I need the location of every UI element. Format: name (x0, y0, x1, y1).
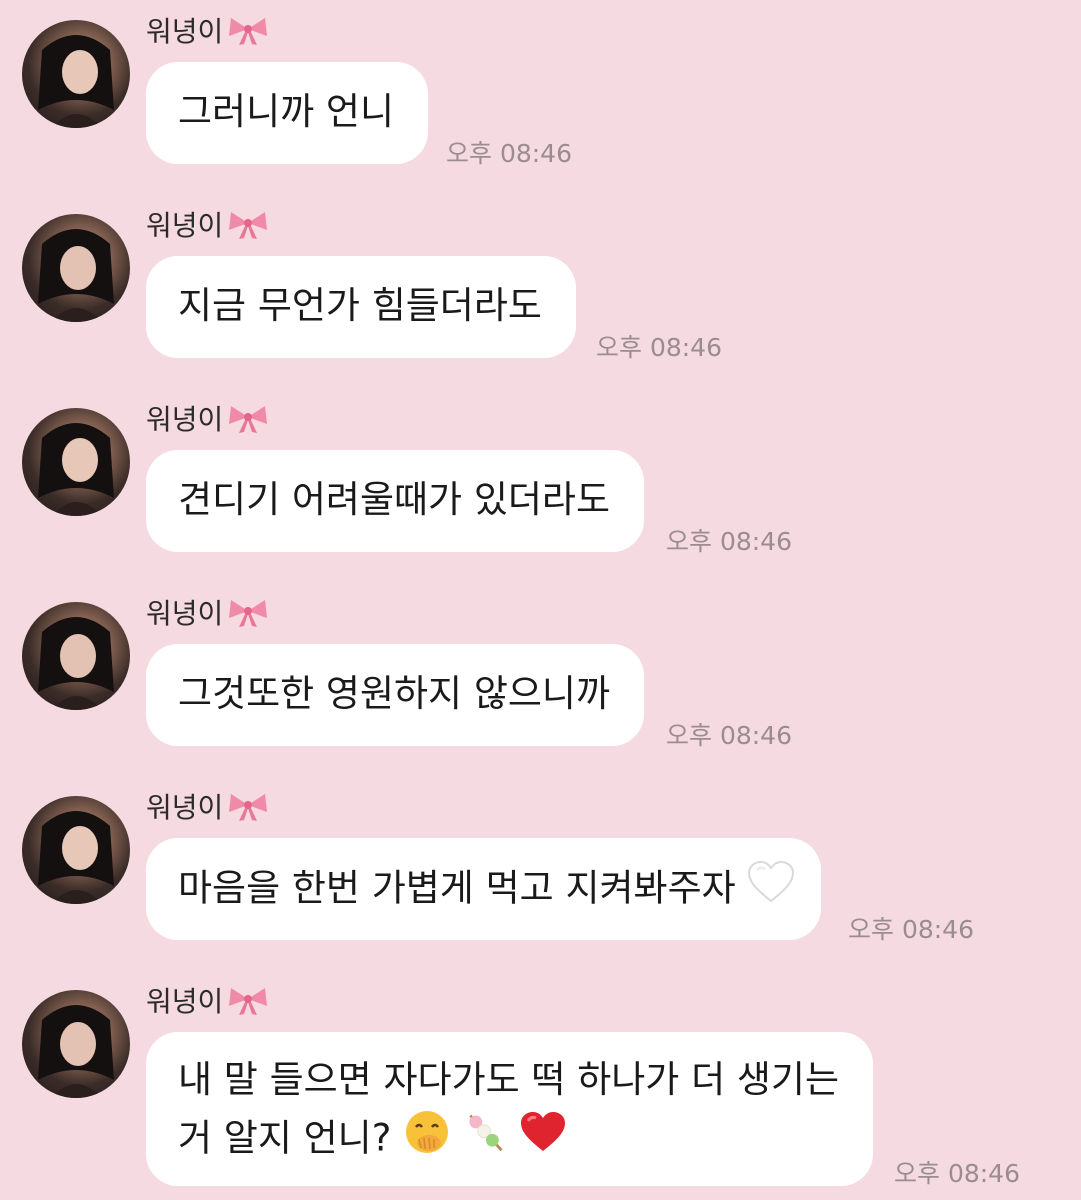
message-timestamp: 오후 08:46 (446, 139, 572, 168)
ribbon-bow-icon (227, 402, 269, 434)
white-heart-icon (747, 860, 795, 920)
avatar[interactable] (22, 602, 130, 710)
message-bubble[interactable]: 내 말 들으면 자다가도 떡 하나가 더 생기는 거 알지 언니? (146, 1032, 874, 1186)
message-text: 그것또한 영원하지 않으니까 (178, 672, 611, 715)
message-bubble[interactable]: 지금 무언가 힘들더라도 (146, 256, 576, 358)
message-text-line-1: 내 말 들으면 자다가도 떡 하나가 더 생기는 (178, 1058, 840, 1101)
message-bubble[interactable]: 견디기 어려울때가 있더라도 (146, 450, 645, 552)
chat-screen: 워녕이 그러니까 언니 오후 08:46 워녕이 지금 무언가 힘들더라도 오후… (0, 0, 1081, 1200)
message-text: 마음을 한번 가볍게 먹고 지켜봐주자 (178, 866, 736, 910)
sender-label: 워녕이 (146, 209, 224, 242)
message-bubble[interactable]: 그것또한 영원하지 않으니까 (146, 644, 645, 746)
message-text: 지금 무언가 힘들더라도 (178, 284, 542, 327)
message-bubble[interactable]: 마음을 한번 가볍게 먹고 지켜봐주자 (146, 838, 822, 940)
message-timestamp: 오후 08:46 (596, 333, 722, 362)
message-bubble[interactable]: 그러니까 언니 (146, 62, 429, 164)
sender-name: 워녕이 (146, 786, 269, 826)
sender-name: 워녕이 (146, 10, 269, 50)
avatar[interactable] (22, 214, 130, 322)
sender-label: 워녕이 (146, 597, 224, 630)
message-timestamp: 오후 08:46 (848, 915, 974, 944)
sender-label: 워녕이 (146, 403, 224, 436)
ribbon-bow-icon (227, 208, 269, 240)
sender-name: 워녕이 (146, 980, 269, 1020)
avatar[interactable] (22, 20, 130, 128)
ribbon-bow-icon (227, 14, 269, 46)
sender-name: 워녕이 (146, 398, 269, 438)
ribbon-bow-icon (227, 984, 269, 1016)
avatar[interactable] (22, 796, 130, 904)
message-text: 그러니까 언니 (178, 90, 395, 133)
message-timestamp: 오후 08:46 (666, 527, 792, 556)
face-with-hand-over-mouth-icon (403, 1108, 451, 1172)
message-text-line-2-text: 거 알지 언니? (178, 1116, 392, 1160)
message-timestamp: 오후 08:46 (894, 1159, 1020, 1188)
message-timestamp: 오후 08:46 (666, 721, 792, 750)
avatar[interactable] (22, 990, 130, 1098)
ribbon-bow-icon (227, 596, 269, 628)
sender-label: 워녕이 (146, 985, 224, 1018)
message-text-line-2: 거 알지 언니? (178, 1108, 839, 1172)
message-text: 견디기 어려울때가 있더라도 (178, 478, 611, 521)
sender-name: 워녕이 (146, 204, 269, 244)
dango-icon (463, 1108, 507, 1172)
avatar[interactable] (22, 408, 130, 516)
ribbon-bow-icon (227, 790, 269, 822)
red-heart-icon (519, 1110, 567, 1170)
sender-name: 워녕이 (146, 592, 269, 632)
sender-label: 워녕이 (146, 791, 224, 824)
sender-label: 워녕이 (146, 15, 224, 48)
